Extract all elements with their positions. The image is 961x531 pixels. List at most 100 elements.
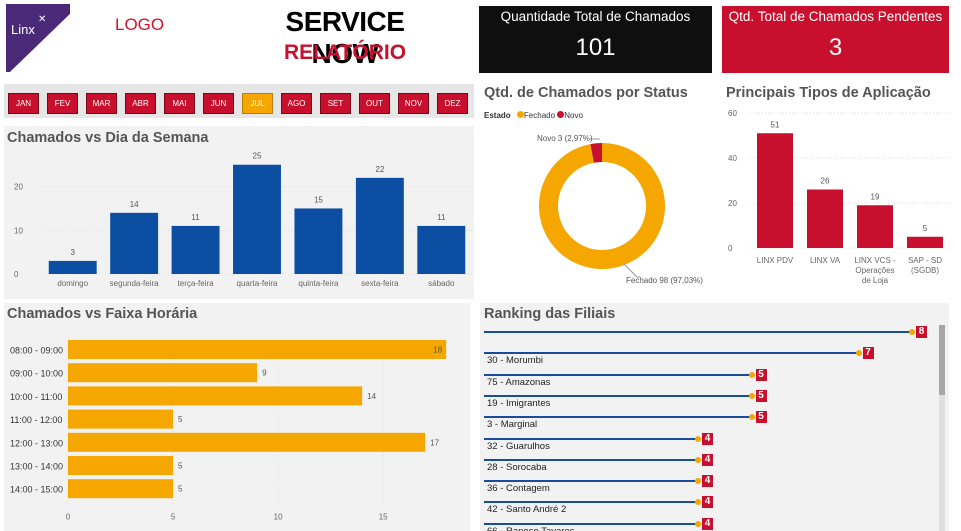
- data-label: 14: [367, 392, 376, 401]
- rank-bar-line[interactable]: [484, 394, 752, 397]
- rank-value-badge: 4: [702, 475, 713, 488]
- rank-bar-line[interactable]: [484, 373, 752, 376]
- month-button-set[interactable]: SET: [320, 93, 351, 114]
- legend-item-novo[interactable]: Novo: [557, 111, 583, 120]
- rank-value-badge: 5: [755, 389, 767, 402]
- bar[interactable]: [68, 340, 447, 359]
- month-button-abr[interactable]: ABR: [125, 93, 156, 114]
- data-label: 11: [191, 213, 200, 222]
- month-button-mar[interactable]: MAR: [86, 93, 117, 114]
- data-label: 25: [253, 152, 262, 161]
- y-tick-label: 0: [728, 244, 733, 253]
- slice-label: Novo 3 (2,97%): [537, 134, 593, 143]
- month-button-fev[interactable]: FEV: [47, 93, 78, 114]
- rank-bar-line[interactable]: [484, 352, 859, 355]
- month-button-out[interactable]: OUT: [359, 93, 390, 114]
- data-label: 5: [178, 485, 183, 494]
- rank-bar-line[interactable]: [484, 480, 698, 483]
- kpi-label: Qtd. Total de Chamados Pendentes: [728, 9, 943, 24]
- bar[interactable]: [48, 260, 97, 274]
- x-tick-label: quarta-feira: [237, 279, 278, 288]
- rank-branch-label: 32 - Guarulhos: [487, 440, 550, 452]
- y-tick-label: 20: [728, 199, 737, 208]
- rank-value-badge: 7: [862, 347, 874, 360]
- x-tick-label: 5: [171, 512, 176, 521]
- bar[interactable]: [68, 456, 174, 475]
- y-tick-label: 20: [14, 183, 23, 192]
- bar[interactable]: [355, 177, 404, 274]
- bar[interactable]: [68, 409, 174, 429]
- data-label: 15: [314, 195, 323, 204]
- x-tick-label: terça-feira: [178, 279, 215, 288]
- rank-branch-label: 30 - Morumbi: [487, 355, 543, 367]
- rank-branch-label: 19 - Imigrantes: [487, 397, 551, 409]
- kpi-total-tickets: Quantidade Total de Chamados 101: [479, 6, 712, 73]
- data-label: 22: [375, 165, 384, 174]
- bar[interactable]: [417, 225, 466, 274]
- x-tick-label: 10: [274, 512, 283, 521]
- app-types-chart: 0 20 40 60 51 LINX PDV 26 LINX VA 19 LINX VCS -Op…: [728, 109, 950, 285]
- rank-bar-line[interactable]: [484, 458, 698, 461]
- month-button-jun[interactable]: JUN: [203, 93, 234, 114]
- rank-bar-line[interactable]: [484, 331, 912, 333]
- y-tick-label: 0: [14, 270, 19, 279]
- month-button-nov[interactable]: NOV: [398, 93, 429, 114]
- data-label: 11: [437, 213, 446, 222]
- y-tick-label: 12:00 - 13:00: [10, 438, 63, 448]
- ranking-list[interactable]: 8 7 30 - Morumbi 5 75 - Amazonas 5 19 - Imigra…: [480, 325, 938, 531]
- ranking-scrollbar[interactable]: [939, 325, 945, 531]
- bar[interactable]: [68, 479, 174, 499]
- x-tick-label: SAP - SD: [908, 256, 942, 265]
- bar[interactable]: [907, 236, 943, 248]
- rank-bar-line[interactable]: [484, 522, 698, 525]
- data-label: 5: [178, 415, 183, 424]
- status-donut-chart: Novo 3 (2,97%) Fechado 98 (97,03%): [537, 134, 703, 285]
- bar[interactable]: [294, 208, 343, 274]
- bar[interactable]: [68, 386, 363, 406]
- bar[interactable]: [857, 205, 893, 248]
- legend-item-fechado[interactable]: Fechado: [513, 111, 555, 120]
- y-tick-label: 09:00 - 10:00: [10, 369, 63, 379]
- donut-slice-fechado[interactable]: [539, 143, 665, 269]
- rank-value-badge: 4: [702, 432, 713, 445]
- bar[interactable]: [807, 189, 843, 249]
- rank-marker: [695, 456, 701, 463]
- bar[interactable]: [110, 212, 159, 274]
- month-button-mai[interactable]: MAI: [164, 93, 195, 114]
- kpi-value: 101: [575, 34, 616, 61]
- y-tick-label: 11:00 - 12:00: [10, 415, 62, 425]
- bar[interactable]: [757, 133, 793, 248]
- hour-chart-panel: Chamados vs Faixa Horária 0 5 10 15 08:00 - …: [4, 303, 470, 531]
- month-button-jan[interactable]: JAN: [8, 93, 39, 114]
- bar[interactable]: [171, 225, 220, 274]
- weekday-chart: 0 10 20 3 domingo 14 segunda-feira 11 terça-feir…: [14, 152, 472, 288]
- x-tick-label: 15: [379, 512, 388, 521]
- y-tick-label: 10:00 - 11:00: [10, 392, 62, 402]
- bar[interactable]: [68, 432, 426, 452]
- y-tick-label: 14:00 - 15:00: [10, 485, 63, 495]
- logo-placeholder: LOGO: [115, 15, 165, 34]
- ranking-scrollbar-thumb[interactable]: [939, 325, 945, 395]
- rank-branch-label: 3 - Marginal: [487, 419, 538, 431]
- y-tick-label: 40: [728, 154, 737, 163]
- x-tick-label: (SGDB): [911, 266, 939, 275]
- rank-bar-line[interactable]: [484, 416, 752, 419]
- month-button-dez[interactable]: DEZ: [437, 93, 468, 114]
- ranking-title: Ranking das Filiais: [484, 306, 616, 322]
- y-tick-label: 08:00 - 09:00: [10, 346, 63, 356]
- month-button-jul[interactable]: JUL: [242, 93, 273, 114]
- x-tick-label: LINX VA: [810, 256, 841, 265]
- rank-marker: [748, 371, 755, 378]
- bar[interactable]: [68, 363, 258, 383]
- rank-marker: [695, 499, 701, 506]
- rank-marker: [855, 350, 862, 357]
- bar[interactable]: [233, 164, 281, 274]
- rank-marker: [748, 414, 755, 421]
- rank-value-badge: 4: [702, 517, 713, 530]
- page-subtitle: RELATÓRIO: [283, 41, 407, 64]
- month-button-ago[interactable]: AGO: [281, 93, 312, 114]
- rank-bar-line[interactable]: [484, 501, 698, 504]
- rank-bar-line[interactable]: [484, 437, 698, 440]
- rank-branch-label: 36 - Contagem: [487, 483, 550, 495]
- kpi-pending-tickets: Qtd. Total de Chamados Pendentes 3: [722, 6, 949, 73]
